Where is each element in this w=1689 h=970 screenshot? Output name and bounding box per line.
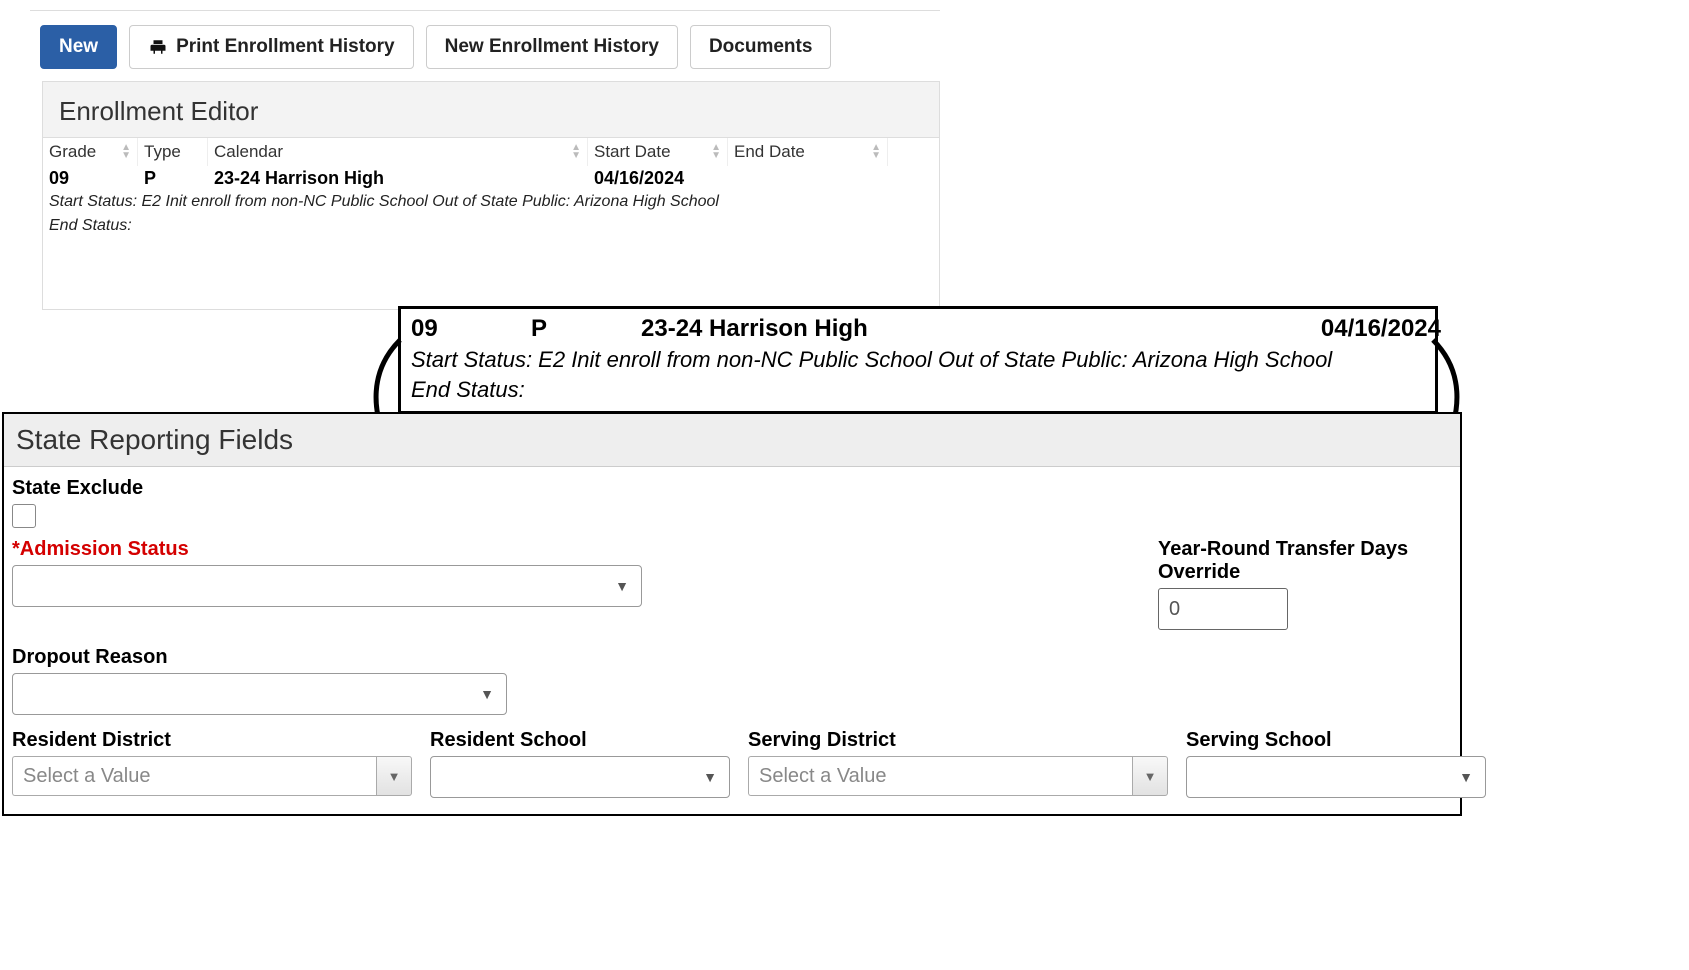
callout-type: P [531, 315, 641, 343]
callout-grade: 09 [411, 315, 531, 343]
dropout-reason-select[interactable]: ▼ [12, 673, 507, 715]
toolbar: New Print Enrollment History New Enrollm… [30, 11, 940, 81]
col-end[interactable]: End Date▲▼ [728, 138, 888, 166]
cell-end [728, 177, 888, 181]
admission-status-select[interactable]: ▼ [12, 565, 642, 607]
resident-district-label: Resident District [12, 729, 412, 752]
chevron-down-icon: ▼ [480, 686, 494, 702]
enrollment-editor-panel: Enrollment Editor Grade▲▼ Type Calendar▲… [42, 81, 940, 310]
enrollment-table-header: Grade▲▼ Type Calendar▲▼ Start Date▲▼ End… [43, 138, 939, 166]
new-history-button-label: New Enrollment History [445, 36, 659, 58]
print-button-label: Print Enrollment History [176, 36, 395, 58]
resident-district-select[interactable]: Select a Value ▼ [12, 756, 412, 796]
new-button-label: New [59, 36, 98, 58]
enrollment-table: Grade▲▼ Type Calendar▲▼ Start Date▲▼ End… [43, 137, 939, 309]
resident-school-label: Resident School [430, 729, 730, 752]
serving-school-select[interactable]: ▼ [1186, 756, 1486, 798]
print-enrollment-history-button[interactable]: Print Enrollment History [129, 25, 414, 69]
callout-start-status: Start Status: E2 Init enroll from non-NC… [411, 343, 1425, 373]
year-round-input[interactable]: 0 [1158, 588, 1288, 630]
admission-status-label: *Admission Status [12, 538, 647, 561]
state-exclude-label: State Exclude [12, 477, 1448, 500]
new-enrollment-history-button[interactable]: New Enrollment History [426, 25, 678, 69]
sort-icon: ▲▼ [711, 144, 721, 160]
chevron-down-icon: ▼ [703, 769, 717, 785]
serving-district-value: Select a Value [759, 765, 887, 788]
start-status-text: Start Status: E2 Init enroll from non-NC… [43, 191, 939, 215]
end-status-text: End Status: [43, 215, 939, 239]
chevron-down-icon: ▼ [1459, 769, 1473, 785]
sort-icon: ▲▼ [571, 144, 581, 160]
enrollment-row[interactable]: 09 P 23-24 Harrison High 04/16/2024 [43, 166, 939, 191]
chevron-down-icon: ▼ [615, 578, 629, 594]
resident-district-value: Select a Value [23, 765, 151, 788]
callout-calendar: 23-24 Harrison High [641, 315, 1161, 343]
printer-icon [148, 38, 168, 56]
sort-icon: ▲▼ [871, 144, 881, 160]
state-reporting-fields-panel: State Reporting Fields State Exclude *Ad… [2, 412, 1462, 816]
enrollment-editor-title: Enrollment Editor [43, 82, 939, 137]
cell-grade: 09 [43, 166, 138, 191]
resident-school-select[interactable]: ▼ [430, 756, 730, 798]
dropout-reason-label: Dropout Reason [12, 646, 512, 669]
callout-end-status: End Status: [411, 373, 1425, 403]
state-reporting-fields-title: State Reporting Fields [4, 414, 1460, 467]
sort-icon: ▲▼ [121, 144, 131, 160]
chevron-down-icon: ▼ [376, 756, 412, 796]
col-start[interactable]: Start Date▲▼ [588, 138, 728, 166]
state-exclude-checkbox[interactable] [12, 504, 36, 528]
cell-start: 04/16/2024 [588, 166, 728, 191]
serving-school-label: Serving School [1186, 729, 1486, 752]
col-type[interactable]: Type [138, 138, 208, 166]
enrollment-row-callout: 09 P 23-24 Harrison High 04/16/2024 Star… [398, 306, 1438, 414]
col-calendar[interactable]: Calendar▲▼ [208, 138, 588, 166]
chevron-down-icon: ▼ [1132, 756, 1168, 796]
new-button[interactable]: New [40, 25, 117, 69]
cell-type: P [138, 166, 208, 191]
documents-button-label: Documents [709, 36, 812, 58]
enrollment-toolbar-area: New Print Enrollment History New Enrollm… [30, 10, 940, 310]
year-round-label: Year-Round Transfer Days Override [1158, 538, 1448, 584]
cell-calendar: 23-24 Harrison High [208, 166, 588, 191]
serving-district-label: Serving District [748, 729, 1168, 752]
col-grade[interactable]: Grade▲▼ [43, 138, 138, 166]
year-round-value: 0 [1169, 598, 1180, 621]
callout-start: 04/16/2024 [1161, 315, 1441, 343]
serving-district-select[interactable]: Select a Value ▼ [748, 756, 1168, 796]
documents-button[interactable]: Documents [690, 25, 831, 69]
